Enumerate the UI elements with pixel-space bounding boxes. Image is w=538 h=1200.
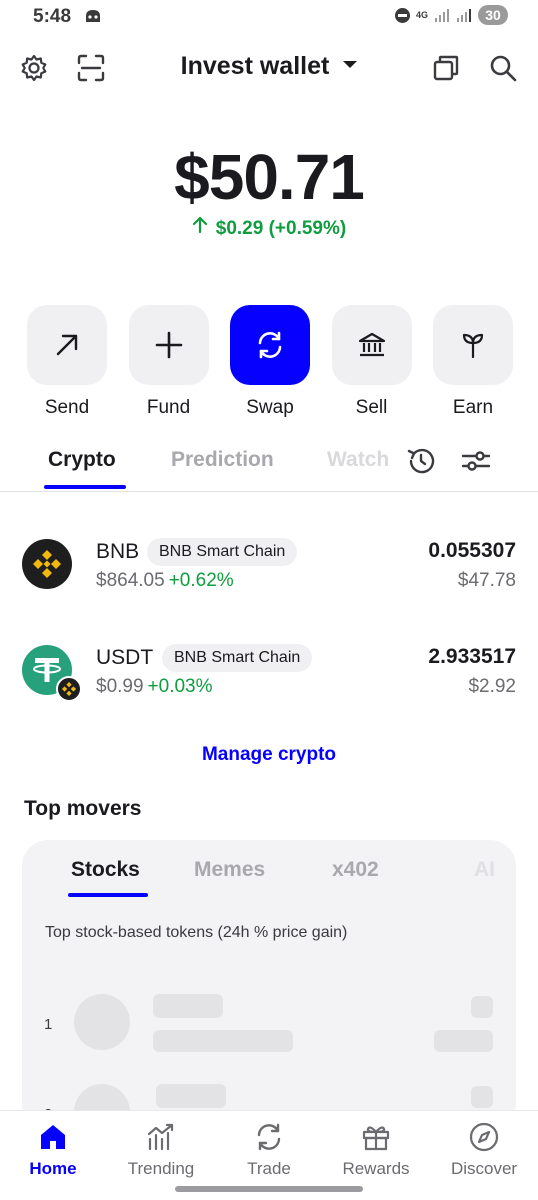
balance-change: $0.29 (+0.59%) xyxy=(0,216,538,240)
asset-price: $0.99 xyxy=(96,676,144,697)
swap-button[interactable]: Swap xyxy=(230,305,310,419)
earn-button-circle[interactable] xyxy=(433,305,513,385)
asset-amount: 0.055307 xyxy=(428,539,516,562)
nav-label: Discover xyxy=(450,1159,518,1178)
chart-icon xyxy=(145,1121,177,1153)
loading-placeholder xyxy=(471,1086,493,1108)
fund-label: Fund xyxy=(146,397,191,418)
asset-tabs: Crypto Prediction Watch xyxy=(0,440,538,492)
asset-name: USDT xyxy=(96,646,154,669)
loading-placeholder xyxy=(471,996,493,1018)
asset-name: BNB xyxy=(96,540,140,563)
top-movers-card: Stocks Memes x402 AI Top stock-based tok… xyxy=(22,840,516,1130)
tab-prediction[interactable]: Prediction xyxy=(171,448,274,472)
compass-icon xyxy=(468,1121,500,1153)
asset-change: +0.62% xyxy=(168,570,234,591)
nav-label: Trade xyxy=(247,1159,291,1178)
tab-memes[interactable]: Memes xyxy=(194,858,265,882)
tab-watchlist[interactable]: Watch xyxy=(327,448,389,472)
swap-icon xyxy=(258,331,282,359)
status-icons: 4G 30 xyxy=(394,5,508,25)
asset-change: +0.03% xyxy=(147,676,213,697)
history-icon[interactable] xyxy=(404,444,438,478)
nav-home[interactable]: Home xyxy=(3,1121,103,1179)
asset-amount: 2.933517 xyxy=(428,645,516,668)
tab-ai[interactable]: AI xyxy=(474,858,495,882)
loading-placeholder xyxy=(434,1030,493,1052)
action-buttons: Send Fund Swap Sell Earn xyxy=(27,305,513,419)
arrow-up-right-icon xyxy=(56,334,78,356)
sprout-icon xyxy=(462,333,484,359)
copy-icon[interactable] xyxy=(430,52,462,84)
app-notification-icon xyxy=(86,10,100,22)
loading-placeholder xyxy=(153,1030,293,1052)
send-label: Send xyxy=(44,397,90,418)
sell-label: Sell xyxy=(355,397,388,418)
signal-icon xyxy=(435,9,449,22)
filter-icon[interactable] xyxy=(459,444,493,478)
nav-label: Rewards xyxy=(342,1159,410,1178)
nav-label: Home xyxy=(29,1159,77,1178)
asset-price: $864.05 xyxy=(96,570,165,591)
tab-x402[interactable]: x402 xyxy=(332,858,379,882)
send-button[interactable]: Send xyxy=(27,305,107,419)
status-time: 5:48 xyxy=(33,6,72,27)
wallet-header: Invest wallet xyxy=(0,44,538,92)
asset-value: $47.78 xyxy=(457,570,516,591)
rank-number: 1 xyxy=(44,1016,53,1033)
gift-icon xyxy=(360,1121,392,1153)
bank-icon xyxy=(358,332,385,357)
tab-stocks[interactable]: Stocks xyxy=(71,858,140,882)
asset-price-line: $0.99 +0.03% xyxy=(96,676,213,698)
nav-label: Trending xyxy=(127,1159,195,1178)
swap-button-circle[interactable] xyxy=(230,305,310,385)
asset-row-bnb[interactable]: BNB BNB Smart Chain $864.05 +0.62% 0.0553… xyxy=(0,530,538,600)
earn-button[interactable]: Earn xyxy=(433,305,513,419)
battery-indicator: 30 xyxy=(478,5,508,25)
plus-icon xyxy=(155,331,182,359)
list-item[interactable]: 1 xyxy=(22,994,516,1064)
total-balance: $50.71 xyxy=(174,141,365,213)
top-movers-subtitle: Top stock-based tokens (24h % price gain… xyxy=(45,924,348,941)
manage-crypto-link[interactable]: Manage crypto xyxy=(0,744,538,766)
home-icon xyxy=(37,1121,69,1153)
signal-icon-2 xyxy=(457,9,471,22)
nav-trade[interactable]: Trade xyxy=(219,1121,319,1179)
top-movers-title: Top movers xyxy=(24,797,142,820)
nav-discover[interactable]: Discover xyxy=(434,1121,534,1179)
chevron-down-icon xyxy=(343,60,358,68)
fund-button[interactable]: Fund xyxy=(128,305,209,419)
asset-row-usdt[interactable]: USDT BNB Smart Chain $0.99 +0.03% 2.93351… xyxy=(0,636,538,706)
nav-rewards[interactable]: Rewards xyxy=(326,1121,426,1179)
earn-label: Earn xyxy=(452,397,494,418)
nav-trending[interactable]: Trending xyxy=(111,1121,211,1179)
loading-placeholder xyxy=(156,1084,226,1108)
swap-icon xyxy=(253,1121,285,1153)
search-icon[interactable] xyxy=(487,52,519,84)
active-tab-indicator xyxy=(44,485,126,489)
active-tab-indicator xyxy=(68,893,148,897)
do-not-disturb-icon xyxy=(394,7,410,23)
network-type: 4G xyxy=(415,9,428,20)
sell-button[interactable]: Sell xyxy=(331,305,412,419)
asset-price-line: $864.05 +0.62% xyxy=(96,570,234,592)
bnb-token-icon xyxy=(22,539,72,589)
asset-value: $2.92 xyxy=(468,676,516,697)
arrow-up-icon xyxy=(192,216,208,240)
sell-button-circle[interactable] xyxy=(331,305,412,385)
chain-badge: BNB Smart Chain xyxy=(147,538,298,566)
loading-placeholder xyxy=(153,994,223,1018)
chain-badge: BNB Smart Chain xyxy=(162,644,313,672)
send-button-circle[interactable] xyxy=(27,305,107,385)
swap-label: Swap xyxy=(246,397,294,418)
bnb-chain-badge-icon xyxy=(56,676,82,702)
home-indicator[interactable] xyxy=(175,1186,363,1192)
fund-button-circle[interactable] xyxy=(128,305,209,385)
balance-change-value: $0.29 (+0.59%) xyxy=(215,218,347,239)
wallet-name: Invest wallet xyxy=(180,52,330,80)
loading-avatar xyxy=(74,994,130,1050)
tab-crypto[interactable]: Crypto xyxy=(48,448,116,472)
status-bar: 5:48 4G 30 xyxy=(0,0,538,34)
